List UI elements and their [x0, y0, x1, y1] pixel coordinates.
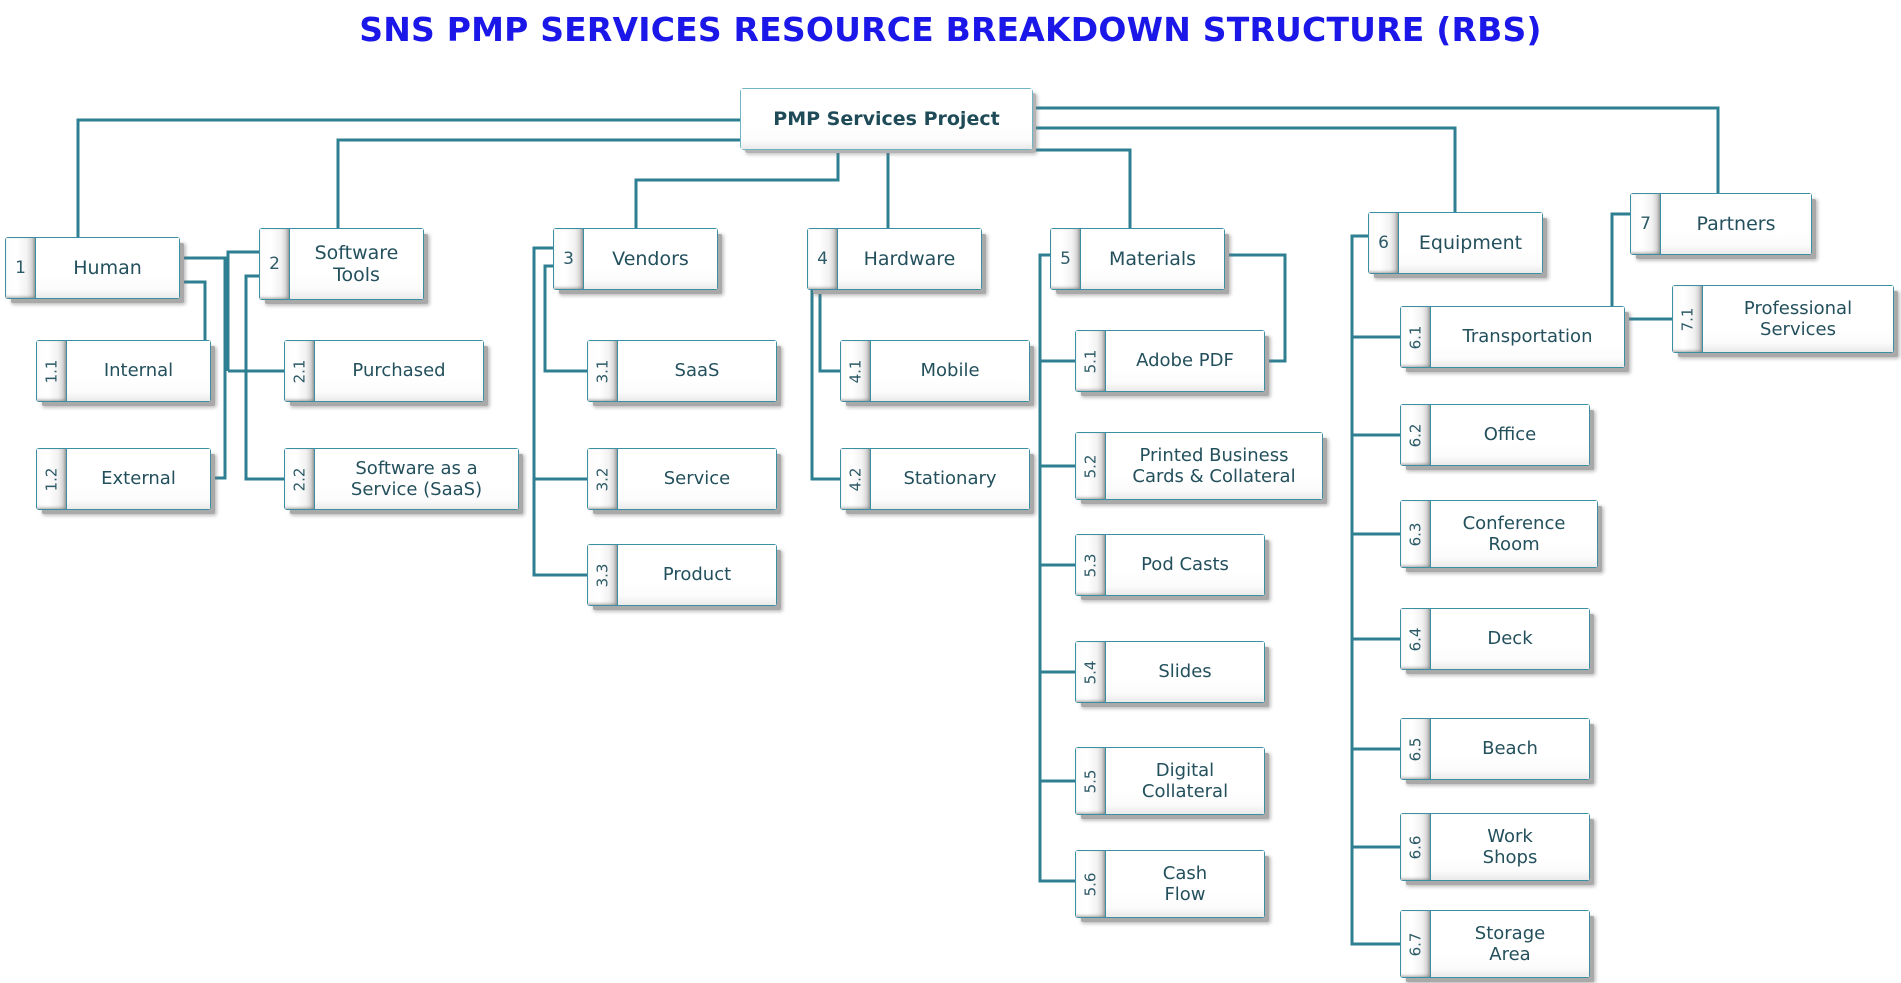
node-professional-services-label: Professional Services	[1703, 286, 1893, 352]
page-title: SNS PMP SERVICES RESOURCE BREAKDOWN STRU…	[359, 10, 1542, 49]
node-pod-casts[interactable]: 5.3 Pod Casts	[1075, 534, 1265, 596]
node-human-number: 1	[6, 238, 36, 298]
node-vendors-label: Vendors	[584, 229, 717, 289]
node-digital-collateral-number: 5.5	[1076, 748, 1106, 814]
node-product[interactable]: 3.3 Product	[587, 544, 777, 606]
node-storage-area-number: 6.7	[1401, 911, 1431, 977]
node-printed-business-cards-number: 5.2	[1076, 433, 1106, 499]
node-adobe-pdf[interactable]: 5.1 Adobe PDF	[1075, 330, 1265, 392]
node-professional-services-number: 7.1	[1673, 286, 1703, 352]
node-printed-business-cards-label: Printed Business Cards & Collateral	[1106, 433, 1322, 499]
node-root[interactable]: PMP Services Project	[740, 88, 1033, 150]
node-adobe-pdf-label: Adobe PDF	[1106, 331, 1264, 391]
node-hardware[interactable]: 4 Hardware	[807, 228, 982, 290]
node-materials-label: Materials	[1081, 229, 1224, 289]
node-root-label: PMP Services Project	[741, 89, 1032, 149]
node-purchased-label: Purchased	[315, 341, 483, 401]
node-deck-number: 6.4	[1401, 609, 1431, 669]
node-cash-flow-label: Cash Flow	[1106, 851, 1264, 917]
node-slides[interactable]: 5.4 Slides	[1075, 641, 1265, 703]
node-beach-number: 6.5	[1401, 719, 1431, 779]
node-transportation[interactable]: 6.1 Transportation	[1400, 306, 1625, 368]
node-internal-number: 1.1	[37, 341, 67, 401]
node-materials[interactable]: 5 Materials	[1050, 228, 1225, 290]
node-internal-label: Internal	[67, 341, 210, 401]
node-equipment[interactable]: 6 Equipment	[1368, 212, 1543, 274]
node-saas-label: SaaS	[618, 341, 776, 401]
node-product-number: 3.3	[588, 545, 618, 605]
node-adobe-pdf-number: 5.1	[1076, 331, 1106, 391]
node-storage-area-label: Storage Area	[1431, 911, 1589, 977]
node-pod-casts-number: 5.3	[1076, 535, 1106, 595]
node-materials-number: 5	[1051, 229, 1081, 289]
node-conference-room-label: Conference Room	[1431, 501, 1597, 567]
node-purchased[interactable]: 2.1 Purchased	[284, 340, 484, 402]
node-software-as-a-service[interactable]: 2.2 Software as a Service (SaaS)	[284, 448, 519, 510]
node-hardware-label: Hardware	[838, 229, 981, 289]
node-work-shops[interactable]: 6.6 Work Shops	[1400, 813, 1590, 881]
node-cash-flow[interactable]: 5.6 Cash Flow	[1075, 850, 1265, 918]
node-external-label: External	[67, 449, 210, 509]
node-conference-room-number: 6.3	[1401, 501, 1431, 567]
node-mobile-number: 4.1	[841, 341, 871, 401]
node-stationary[interactable]: 4.2 Stationary	[840, 448, 1030, 510]
node-stationary-number: 4.2	[841, 449, 871, 509]
node-conference-room[interactable]: 6.3 Conference Room	[1400, 500, 1598, 568]
node-saas-number: 3.1	[588, 341, 618, 401]
node-external-number: 1.2	[37, 449, 67, 509]
rbs-diagram: SNS PMP SERVICES RESOURCE BREAKDOWN STRU…	[0, 0, 1901, 983]
node-pod-casts-label: Pod Casts	[1106, 535, 1264, 595]
node-storage-area[interactable]: 6.7 Storage Area	[1400, 910, 1590, 978]
node-professional-services[interactable]: 7.1 Professional Services	[1672, 285, 1894, 353]
node-saas[interactable]: 3.1 SaaS	[587, 340, 777, 402]
node-software-as-a-service-label: Software as a Service (SaaS)	[315, 449, 518, 509]
node-digital-collateral[interactable]: 5.5 Digital Collateral	[1075, 747, 1265, 815]
node-cash-flow-number: 5.6	[1076, 851, 1106, 917]
node-stationary-label: Stationary	[871, 449, 1029, 509]
node-equipment-label: Equipment	[1399, 213, 1542, 273]
node-mobile[interactable]: 4.1 Mobile	[840, 340, 1030, 402]
node-service-label: Service	[618, 449, 776, 509]
node-digital-collateral-label: Digital Collateral	[1106, 748, 1264, 814]
node-software-tools-number: 2	[260, 229, 290, 299]
node-partners-number: 7	[1631, 194, 1661, 254]
node-deck[interactable]: 6.4 Deck	[1400, 608, 1590, 670]
node-purchased-number: 2.1	[285, 341, 315, 401]
node-printed-business-cards[interactable]: 5.2 Printed Business Cards & Collateral	[1075, 432, 1323, 500]
node-work-shops-number: 6.6	[1401, 814, 1431, 880]
node-product-label: Product	[618, 545, 776, 605]
node-beach-label: Beach	[1431, 719, 1589, 779]
node-software-tools[interactable]: 2 Software Tools	[259, 228, 424, 300]
node-service-number: 3.2	[588, 449, 618, 509]
node-human-label: Human	[36, 238, 179, 298]
node-external[interactable]: 1.2 External	[36, 448, 211, 510]
node-software-tools-label: Software Tools	[290, 229, 423, 299]
node-transportation-number: 6.1	[1401, 307, 1431, 367]
node-vendors-number: 3	[554, 229, 584, 289]
node-human[interactable]: 1 Human	[5, 237, 180, 299]
node-software-as-a-service-number: 2.2	[285, 449, 315, 509]
node-transportation-label: Transportation	[1431, 307, 1624, 367]
node-office[interactable]: 6.2 Office	[1400, 404, 1590, 466]
node-work-shops-label: Work Shops	[1431, 814, 1589, 880]
node-mobile-label: Mobile	[871, 341, 1029, 401]
node-internal[interactable]: 1.1 Internal	[36, 340, 211, 402]
node-deck-label: Deck	[1431, 609, 1589, 669]
node-office-number: 6.2	[1401, 405, 1431, 465]
node-service[interactable]: 3.2 Service	[587, 448, 777, 510]
node-slides-number: 5.4	[1076, 642, 1106, 702]
node-partners-label: Partners	[1661, 194, 1811, 254]
node-hardware-number: 4	[808, 229, 838, 289]
node-equipment-number: 6	[1369, 213, 1399, 273]
node-vendors[interactable]: 3 Vendors	[553, 228, 718, 290]
node-slides-label: Slides	[1106, 642, 1264, 702]
node-partners[interactable]: 7 Partners	[1630, 193, 1812, 255]
node-office-label: Office	[1431, 405, 1589, 465]
node-beach[interactable]: 6.5 Beach	[1400, 718, 1590, 780]
